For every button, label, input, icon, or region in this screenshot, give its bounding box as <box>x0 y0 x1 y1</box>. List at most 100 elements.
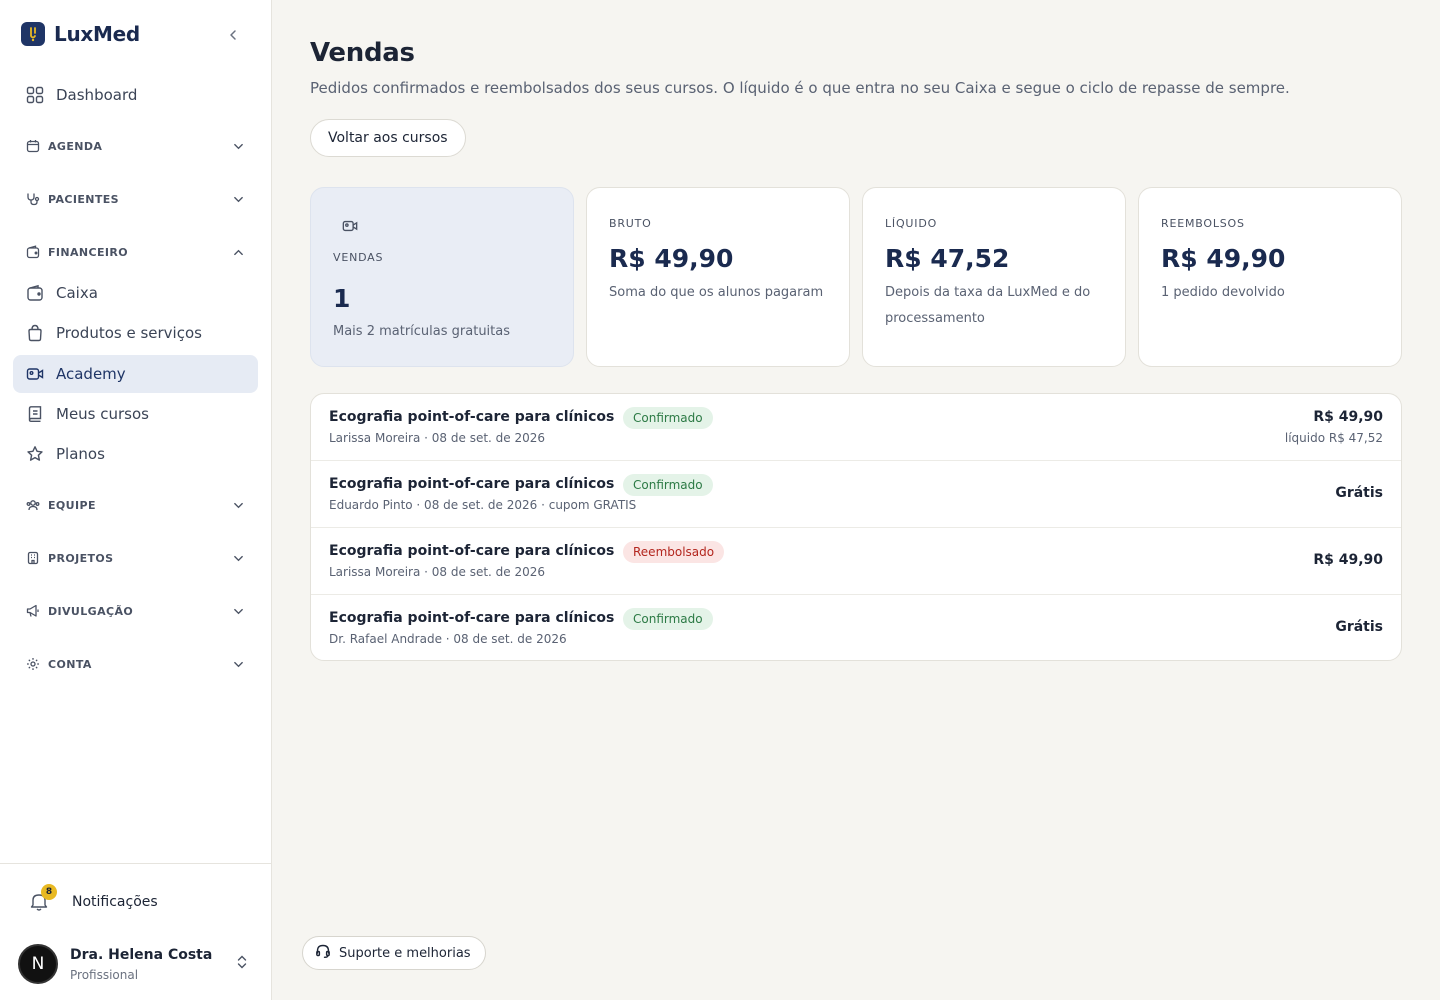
users-icon <box>25 497 41 513</box>
order-meta: Dr. Rafael Andrade · 08 de set. de 2026 <box>329 632 567 646</box>
stat-description: Mais 2 matrículas gratuitas <box>333 324 511 339</box>
order-course-title: Ecografia point-of-care para clínicos <box>329 476 615 492</box>
sidebar-group-projetos[interactable]: PROJETOS <box>13 543 258 573</box>
sidebar-item-planos[interactable]: Planos <box>13 435 258 473</box>
star-icon <box>25 444 45 464</box>
collapse-sidebar-button[interactable] <box>222 24 244 46</box>
sidebar-item-label: Academy <box>56 365 126 383</box>
sidebar-item-label: Meus cursos <box>56 405 149 423</box>
sidebar-item-academy[interactable]: Academy <box>13 355 258 393</box>
sidebar-item-label: Produtos e serviços <box>56 324 202 342</box>
sidebar-group-agenda[interactable]: AGENDA <box>13 131 258 161</box>
order-course-title: Ecografia point-of-care para clínicos <box>329 610 615 626</box>
sidebar: LuxMed Dashboard AGENDA PACIENTES FINANC… <box>0 0 272 1000</box>
notifications-button[interactable]: 8 Notificações <box>28 884 158 914</box>
stat-value: R$ 49,90 <box>1161 244 1286 273</box>
stat-label: BRUTO <box>609 217 652 230</box>
book-icon <box>25 404 45 424</box>
order-row[interactable]: Ecografia point-of-care para clínicos Re… <box>311 528 1401 595</box>
brand-name: LuxMed <box>54 22 140 46</box>
chevron-down-icon <box>230 603 246 619</box>
building-icon <box>25 550 41 566</box>
brand[interactable]: LuxMed <box>21 22 140 46</box>
order-row[interactable]: Ecografia point-of-care para clínicos Co… <box>311 461 1401 528</box>
user-name: Dra. Helena Costa <box>70 946 213 963</box>
back-to-courses-button[interactable]: Voltar aos cursos <box>310 119 466 157</box>
calendar-icon <box>25 138 41 154</box>
video-icon <box>25 364 45 384</box>
sidebar-item-caixa[interactable]: Caixa <box>13 274 258 312</box>
sidebar-item-label: Dashboard <box>56 86 138 104</box>
wallet-icon <box>25 283 45 303</box>
sidebar-group-divulgacao[interactable]: DIVULGAÇÃO <box>13 596 258 626</box>
sidebar-group-financeiro[interactable]: FINANCEIRO <box>13 237 258 267</box>
stat-description: Depois da taxa da LuxMed e do processame… <box>885 285 1091 326</box>
chevron-down-icon <box>230 550 246 566</box>
sidebar-item-meus-cursos[interactable]: Meus cursos <box>13 395 258 433</box>
status-badge: Confirmado <box>623 474 713 496</box>
sidebar-group-label: PACIENTES <box>48 192 119 206</box>
support-button-label: Suporte e melhorias <box>339 945 471 961</box>
stat-label: LÍQUIDO <box>885 217 938 230</box>
luxmed-logo-icon <box>21 22 45 46</box>
order-amount: R$ 49,90 <box>1313 552 1383 568</box>
order-course-title: Ecografia point-of-care para clínicos <box>329 543 615 559</box>
order-row[interactable]: Ecografia point-of-care para clínicos Co… <box>311 595 1401 660</box>
sidebar-item-dashboard[interactable]: Dashboard <box>13 76 258 114</box>
stat-description: 1 pedido devolvido <box>1161 285 1285 300</box>
sidebar-group-pacientes[interactable]: PACIENTES <box>13 184 258 214</box>
avatar: N <box>18 944 58 984</box>
sidebar-group-equipe[interactable]: EQUIPE <box>13 490 258 520</box>
stat-value: 1 <box>333 284 351 313</box>
sidebar-group-label: DIVULGAÇÃO <box>48 604 134 618</box>
stethoscope-icon <box>25 191 41 207</box>
status-badge: Confirmado <box>623 608 713 630</box>
chevron-down-icon <box>230 138 246 154</box>
user-role: Profissional <box>70 967 139 982</box>
stat-description: Soma do que os alunos pagaram <box>609 285 824 300</box>
order-row[interactable]: Ecografia point-of-care para clínicos Co… <box>311 394 1401 461</box>
order-meta: Eduardo Pinto · 08 de set. de 2026 · cup… <box>329 498 637 512</box>
chevron-down-icon <box>230 656 246 672</box>
sidebar-group-label: PROJETOS <box>48 551 114 565</box>
notifications-label: Notificações <box>72 894 158 910</box>
sidebar-footer: 8 Notificações N Dra. Helena Costa Profi… <box>0 863 271 1000</box>
status-badge: Reembolsado <box>623 541 725 563</box>
page-subtitle: Pedidos confirmados e reembolsados dos s… <box>310 79 1290 97</box>
sidebar-group-label: EQUIPE <box>48 498 96 512</box>
sidebar-item-produtos[interactable]: Produtos e serviços <box>13 314 258 352</box>
page-title: Vendas <box>310 38 415 68</box>
notification-count-badge: 8 <box>41 884 57 900</box>
status-badge: Confirmado <box>623 407 713 429</box>
sidebar-group-label: FINANCEIRO <box>48 245 129 259</box>
bell-icon: 8 <box>28 884 57 914</box>
megaphone-icon <box>25 603 41 619</box>
headset-icon <box>315 943 331 963</box>
stat-value: R$ 49,90 <box>609 244 734 273</box>
order-amount: Grátis <box>1335 485 1383 501</box>
support-button[interactable]: Suporte e melhorias <box>302 936 486 970</box>
stat-card-vendas: VENDAS 1 Mais 2 matrículas gratuitas <box>310 187 574 367</box>
order-meta: Larissa Moreira · 08 de set. de 2026 <box>329 431 546 445</box>
chevron-up-icon <box>230 244 246 260</box>
stat-card-reembolsos: REEMBOLSOS R$ 49,90 1 pedido devolvido <box>1138 187 1402 367</box>
sidebar-group-conta[interactable]: CONTA <box>13 649 258 679</box>
chevron-left-icon <box>230 30 236 40</box>
gear-icon <box>25 656 41 672</box>
user-menu[interactable]: N Dra. Helena Costa Profissional <box>18 942 258 986</box>
sidebar-group-label: CONTA <box>48 657 92 671</box>
order-course-title: Ecografia point-of-care para clínicos <box>329 409 615 425</box>
stat-value: R$ 47,52 <box>885 244 1010 273</box>
stat-card-liquido: LÍQUIDO R$ 47,52 Depois da taxa da LuxMe… <box>862 187 1126 367</box>
wallet-icon <box>25 244 41 260</box>
sidebar-item-label: Planos <box>56 445 105 463</box>
stat-label: REEMBOLSOS <box>1161 217 1245 230</box>
order-meta: Larissa Moreira · 08 de set. de 2026 <box>329 565 546 579</box>
order-amount: Grátis <box>1335 619 1383 635</box>
chevron-up-down-icon <box>236 954 248 974</box>
grid-icon <box>25 85 45 105</box>
sidebar-group-label: AGENDA <box>48 139 103 153</box>
stat-card-bruto: BRUTO R$ 49,90 Soma do que os alunos pag… <box>586 187 850 367</box>
chevron-down-icon <box>230 497 246 513</box>
order-amount: R$ 49,90 <box>1313 409 1383 425</box>
